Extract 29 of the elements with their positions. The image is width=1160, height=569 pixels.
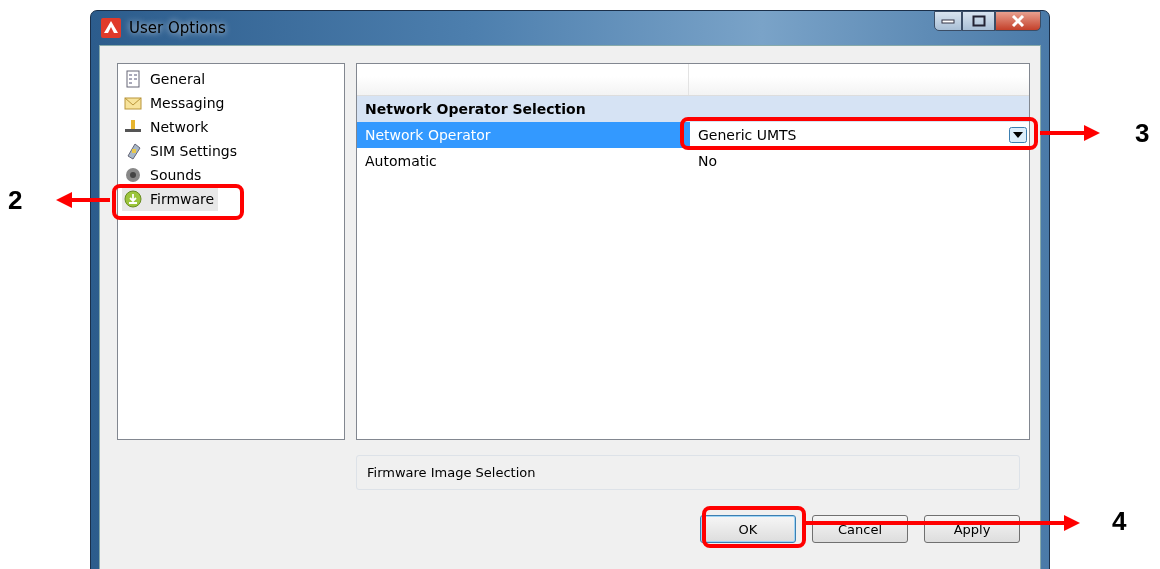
maximize-button[interactable]: [962, 11, 995, 31]
close-button[interactable]: [995, 11, 1041, 31]
callout-number: 4: [1112, 506, 1127, 537]
minimize-button[interactable]: [934, 11, 962, 31]
dialog-button[interactable]: OK: [700, 515, 796, 543]
property-value: No: [697, 152, 719, 171]
close-icon: [1011, 15, 1025, 27]
operator-dropdown[interactable]: Generic UMTS: [688, 122, 1029, 148]
download-icon: [124, 190, 142, 208]
envelope-icon: [124, 94, 142, 112]
document-icon: [124, 70, 142, 88]
property-name[interactable]: Automatic: [357, 148, 688, 174]
category-item[interactable]: Sounds: [122, 163, 206, 187]
category-item[interactable]: Firmware: [122, 187, 219, 211]
category-item[interactable]: General: [122, 67, 210, 91]
speaker-icon: [124, 166, 142, 184]
callout-arrow: [56, 192, 110, 208]
callout-number: 2: [8, 185, 23, 216]
category-item[interactable]: SIM Settings: [122, 139, 241, 163]
category-item[interactable]: Messaging: [122, 91, 229, 115]
callout-arrow: [1040, 125, 1100, 141]
minimize-icon: [941, 18, 955, 24]
category-item[interactable]: Network: [122, 115, 213, 139]
window-title: User Options: [129, 19, 226, 37]
description-text: Firmware Image Selection: [367, 465, 536, 480]
maximize-icon: [971, 15, 986, 27]
callout-number: 3: [1135, 118, 1150, 149]
app-logo-icon: [101, 18, 121, 38]
category-header: Network Operator Selection: [357, 96, 1029, 122]
